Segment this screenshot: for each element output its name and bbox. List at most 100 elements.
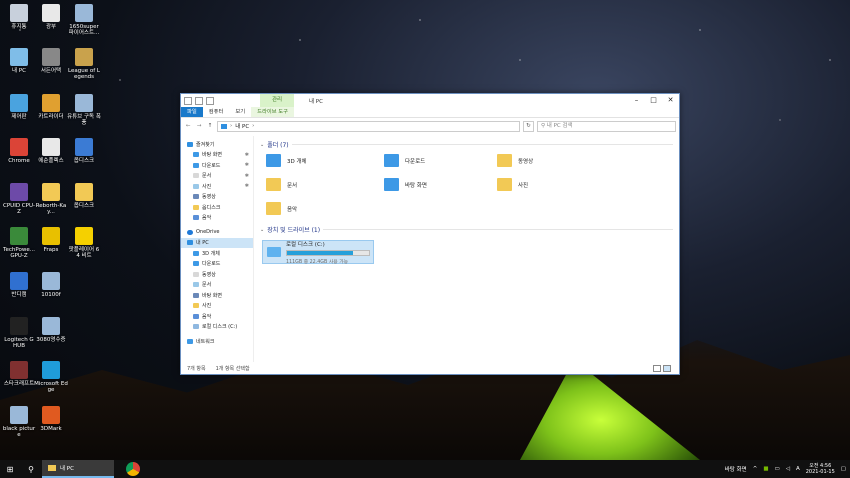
sidebar-item[interactable]: 음악 xyxy=(181,311,253,322)
tab-computer[interactable]: 컴퓨터 xyxy=(203,107,230,117)
desktop-icon[interactable]: 카트라이더 xyxy=(34,94,68,120)
desktop-toolbar-label[interactable]: 바탕 화면 xyxy=(725,465,747,473)
sidebar-item-this-pc[interactable]: 내 PC xyxy=(181,237,253,248)
folder-tile[interactable]: 문서 xyxy=(266,176,384,193)
devices-group-header[interactable]: ⌄ 장치 및 드라이브 (1) xyxy=(260,225,673,234)
title-bar[interactable]: 관리 내 PC – □ ✕ xyxy=(181,94,679,107)
sidebar-item[interactable]: 로컬 디스크 (C:) xyxy=(181,322,253,333)
desktop-icon[interactable]: 3DMark xyxy=(34,406,68,432)
desktop-icon[interactable]: 10100f xyxy=(34,272,68,298)
sidebar-item[interactable]: 옵디스크 xyxy=(181,202,253,213)
search-input[interactable]: ⚲ 내 PC 검색 xyxy=(537,120,676,132)
sidebar-item[interactable]: 3D 개체 xyxy=(181,248,253,259)
folder-tile[interactable]: 다운로드 xyxy=(384,152,497,169)
breadcrumb-this-pc[interactable]: 내 PC xyxy=(235,122,249,130)
desktop-icon[interactable]: 휴지통 xyxy=(2,4,36,30)
folder-tile[interactable]: 3D 개체 xyxy=(266,152,384,169)
sidebar-item[interactable]: 사진 xyxy=(181,301,253,312)
folder-icon xyxy=(193,183,199,189)
desktop-icon[interactable]: Reborth-Kay... xyxy=(34,183,68,215)
properties-icon[interactable] xyxy=(184,96,192,105)
volume-icon[interactable]: ◁ xyxy=(786,466,790,472)
explorer-window[interactable]: 관리 내 PC – □ ✕ 파일 컴퓨터 보기 드라이브 도구 ← → ↑ › … xyxy=(180,93,680,375)
forward-icon[interactable]: → xyxy=(195,123,203,129)
sidebar-item[interactable]: 다운로드 xyxy=(181,259,253,270)
folder-tile[interactable]: 음악 xyxy=(266,200,384,217)
desktop-icon[interactable]: TechPowe... GPU-Z xyxy=(2,227,36,259)
new-folder-icon[interactable] xyxy=(195,96,203,105)
quick-access-dropdown-icon[interactable] xyxy=(206,96,214,105)
breadcrumb-separator: › xyxy=(252,123,255,129)
desktop-icon[interactable]: 3080영수증 xyxy=(34,317,68,343)
sidebar-item[interactable]: 문서 xyxy=(181,280,253,291)
folder-tile[interactable]: 바탕 화면 xyxy=(384,176,497,193)
desktop-icon[interactable]: 옵디스크 xyxy=(67,138,101,164)
desktop-icon[interactable]: 1650super 파이어스트... xyxy=(67,4,101,36)
folders-group-header[interactable]: ⌄ 폴더 (7) xyxy=(260,140,673,149)
tab-manage[interactable]: 관리 xyxy=(260,94,294,107)
sidebar-item[interactable]: 동영상 xyxy=(181,269,253,280)
desktop-icon[interactable]: 서든어택 xyxy=(34,48,68,74)
desktop-icon[interactable]: 제어판 xyxy=(2,94,36,120)
back-icon[interactable]: ← xyxy=(184,123,192,129)
up-icon[interactable]: ↑ xyxy=(206,123,214,129)
desktop-icon[interactable]: 에순플렉스 xyxy=(34,138,68,164)
desktop-icon[interactable]: Fraps xyxy=(34,227,68,253)
start-button[interactable]: ⊞ xyxy=(0,465,20,474)
close-button[interactable]: ✕ xyxy=(662,94,679,107)
miner-icon xyxy=(42,4,60,22)
folder-grid: 3D 개체 다운로드 동영상문서 바탕 화면 사진음악 xyxy=(260,152,673,217)
tiles-view-icon[interactable] xyxy=(663,365,671,372)
desktop-icon[interactable]: CPUID CPU-Z xyxy=(2,183,36,215)
maximize-button[interactable]: □ xyxy=(645,94,662,107)
clock[interactable]: 오전 4:56 2021-01-15 xyxy=(806,463,835,475)
sidebar-item-network[interactable]: 네트워크 xyxy=(181,336,253,347)
status-selected-count: 1개 항목 선택함 xyxy=(215,365,250,372)
folder-tile[interactable]: 사진 xyxy=(497,176,607,193)
notification-icon[interactable]: ▢ xyxy=(841,466,846,472)
sidebar-item[interactable]: 음악 xyxy=(181,213,253,224)
desktop-icon[interactable]: 광부 xyxy=(34,4,68,30)
sidebar-item[interactable]: 바탕 화면 ✱ xyxy=(181,150,253,161)
taskbar-app-explorer[interactable]: 내 PC xyxy=(42,460,114,478)
desktop-icon-label: 옵디스크 xyxy=(73,203,95,209)
drive-usage-fill xyxy=(287,250,353,255)
chevron-up-icon[interactable]: ^ xyxy=(753,466,758,472)
ime-indicator[interactable]: A xyxy=(796,466,800,472)
network-icon xyxy=(187,338,193,344)
tab-drive-tools[interactable]: 드라이브 도구 xyxy=(251,107,295,117)
address-bar[interactable]: › 내 PC › xyxy=(217,120,520,132)
drive-local-disk-c[interactable]: 로컬 디스크 (C:) 111GB 중 22.4GB 사용 가능 xyxy=(262,240,374,265)
desktop-icon[interactable]: 내 PC xyxy=(2,48,36,74)
desktop-icon[interactable]: 옵디스크 xyxy=(67,183,101,209)
search-icon[interactable]: ⚲ xyxy=(20,465,42,474)
nvidia-icon[interactable]: ■ xyxy=(763,466,768,472)
sidebar-item[interactable]: 다운로드 ✱ xyxy=(181,160,253,171)
refresh-icon[interactable]: ↻ xyxy=(523,120,534,132)
desktop-icon[interactable]: League of Legends xyxy=(67,48,101,80)
sidebar-item-quick-access[interactable]: 즐겨찾기 xyxy=(181,139,253,150)
sidebar-item-onedrive[interactable]: OneDrive xyxy=(181,227,253,238)
desktop-icon[interactable]: Logitech G HUB xyxy=(2,317,36,349)
sidebar-item[interactable]: 바탕 화면 xyxy=(181,290,253,301)
details-view-icon[interactable] xyxy=(653,365,661,372)
desktop-icon[interactable]: Microsoft Edge xyxy=(34,361,68,393)
folder-tile[interactable]: 동영상 xyxy=(497,152,607,169)
tab-file[interactable]: 파일 xyxy=(181,107,203,117)
desktop-icon[interactable]: 반디캠 xyxy=(2,272,36,298)
minimize-button[interactable]: – xyxy=(628,94,645,107)
folder-label: 바탕 화면 xyxy=(405,182,427,189)
network-icon[interactable]: ▭ xyxy=(775,466,780,472)
sidebar-item[interactable]: 사진 ✱ xyxy=(181,181,253,192)
desktop-icon[interactable]: 스타크래프트 xyxy=(2,361,36,387)
desktop-icon[interactable]: Chrome xyxy=(2,138,36,164)
sidebar-item[interactable]: 동영상 xyxy=(181,192,253,203)
desktop-icon[interactable]: 유튜브 구독 폭풍 xyxy=(67,94,101,126)
desktop-icon[interactable]: black picture xyxy=(2,406,36,438)
sidebar-item[interactable]: 문서 ✱ xyxy=(181,171,253,182)
desktop-icon-label: 3080영수증 xyxy=(36,337,66,343)
desktop-icon[interactable]: 팟플레이어 64 비트 xyxy=(67,227,101,259)
ribbon-tabs: 파일 컴퓨터 보기 드라이브 도구 xyxy=(181,107,679,118)
chrome-icon[interactable] xyxy=(126,462,140,476)
tab-view[interactable]: 보기 xyxy=(229,107,251,117)
